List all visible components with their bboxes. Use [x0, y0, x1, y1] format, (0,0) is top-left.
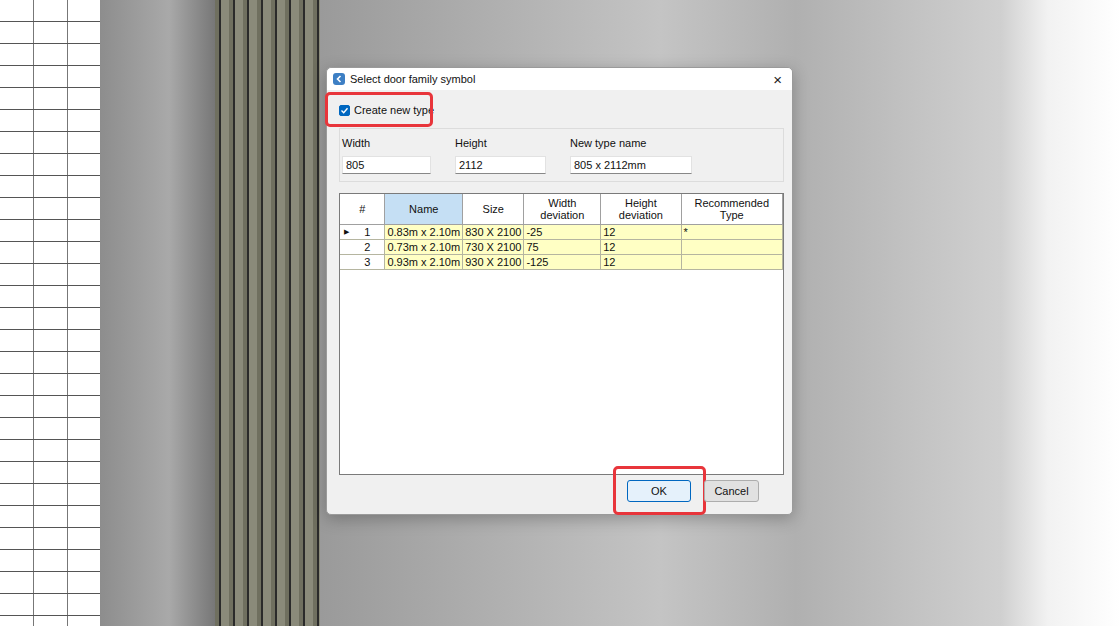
table-row[interactable]: ▶10.83m x 2.10m830 X 2100-2512*: [340, 225, 783, 240]
column-header[interactable]: Height deviation: [601, 194, 681, 225]
table-cell[interactable]: 3: [340, 255, 385, 270]
table-cell[interactable]: *: [681, 225, 782, 240]
check-icon: [340, 106, 349, 115]
close-button[interactable]: ×: [769, 71, 786, 88]
table-row[interactable]: 20.73m x 2.10m730 X 21007512: [340, 240, 783, 255]
checkbox[interactable]: [339, 105, 350, 116]
new-type-group: Width 805 Height 2112 New type name 805 x 211…: [339, 128, 784, 182]
table-cell[interactable]: 930 X 2100: [463, 255, 524, 270]
table-cell[interactable]: -125: [524, 255, 601, 270]
table-cell[interactable]: -25: [524, 225, 601, 240]
field-label: New type name: [570, 137, 692, 150]
table-cell[interactable]: 0.83m x 2.10m: [385, 225, 463, 240]
text-input[interactable]: 805 x 2112mm: [570, 156, 692, 174]
title-bar: Select door family symbol ×: [327, 68, 792, 90]
table-cell[interactable]: 730 X 2100: [463, 240, 524, 255]
table-cell[interactable]: 0.93m x 2.10m: [385, 255, 463, 270]
table-cell[interactable]: 2: [340, 240, 385, 255]
table-cell[interactable]: ▶1: [340, 225, 385, 240]
checkbox-label: Create new type: [354, 104, 434, 116]
point-cloud-region: [1000, 0, 1120, 626]
type-table: #NameSizeWidth deviationHeight deviation…: [339, 193, 784, 475]
annotation-highlight: [613, 466, 706, 515]
table-cell[interactable]: 12: [601, 225, 681, 240]
table-cell[interactable]: [681, 255, 782, 270]
column-header[interactable]: Width deviation: [524, 194, 601, 225]
door-frame-region: [215, 0, 320, 626]
text-input[interactable]: 2112: [455, 156, 546, 174]
dialog-button[interactable]: Cancel: [704, 480, 759, 502]
dialog-title: Select door family symbol: [350, 73, 764, 85]
point-cloud-region: [100, 0, 215, 626]
table-cell[interactable]: 830 X 2100: [463, 225, 524, 240]
table-cell[interactable]: 0.73m x 2.10m: [385, 240, 463, 255]
text-input[interactable]: 805: [342, 156, 431, 174]
column-header[interactable]: Size: [463, 194, 524, 225]
field-label: Height: [455, 137, 546, 150]
table-row[interactable]: 30.93m x 2.10m930 X 2100-12512: [340, 255, 783, 270]
field: Width 805: [342, 137, 431, 174]
field-label: Width: [342, 137, 431, 150]
dialog: Select door family symbol × Create new typ…: [326, 67, 793, 515]
brick-wall-region: [0, 0, 100, 626]
button-row: OK Cancel: [339, 480, 784, 502]
field: Height 2112: [455, 137, 546, 174]
column-header[interactable]: #: [340, 194, 385, 225]
dialog-button[interactable]: OK: [627, 480, 691, 502]
table-cell[interactable]: 12: [601, 240, 681, 255]
table-cell[interactable]: 12: [601, 255, 681, 270]
field: New type name 805 x 2112mm: [570, 137, 692, 174]
table-cell[interactable]: [681, 240, 782, 255]
current-row-marker: ▶: [344, 225, 349, 239]
column-header[interactable]: Recommended Type: [681, 194, 782, 225]
table-cell[interactable]: 75: [524, 240, 601, 255]
column-header[interactable]: Name: [385, 194, 463, 225]
annotation-highlight: [325, 92, 433, 127]
screen: Select door family symbol × Create new typ…: [0, 0, 1120, 626]
app-icon: [333, 73, 345, 85]
create-new-type-checkbox[interactable]: Create new type: [339, 102, 784, 118]
